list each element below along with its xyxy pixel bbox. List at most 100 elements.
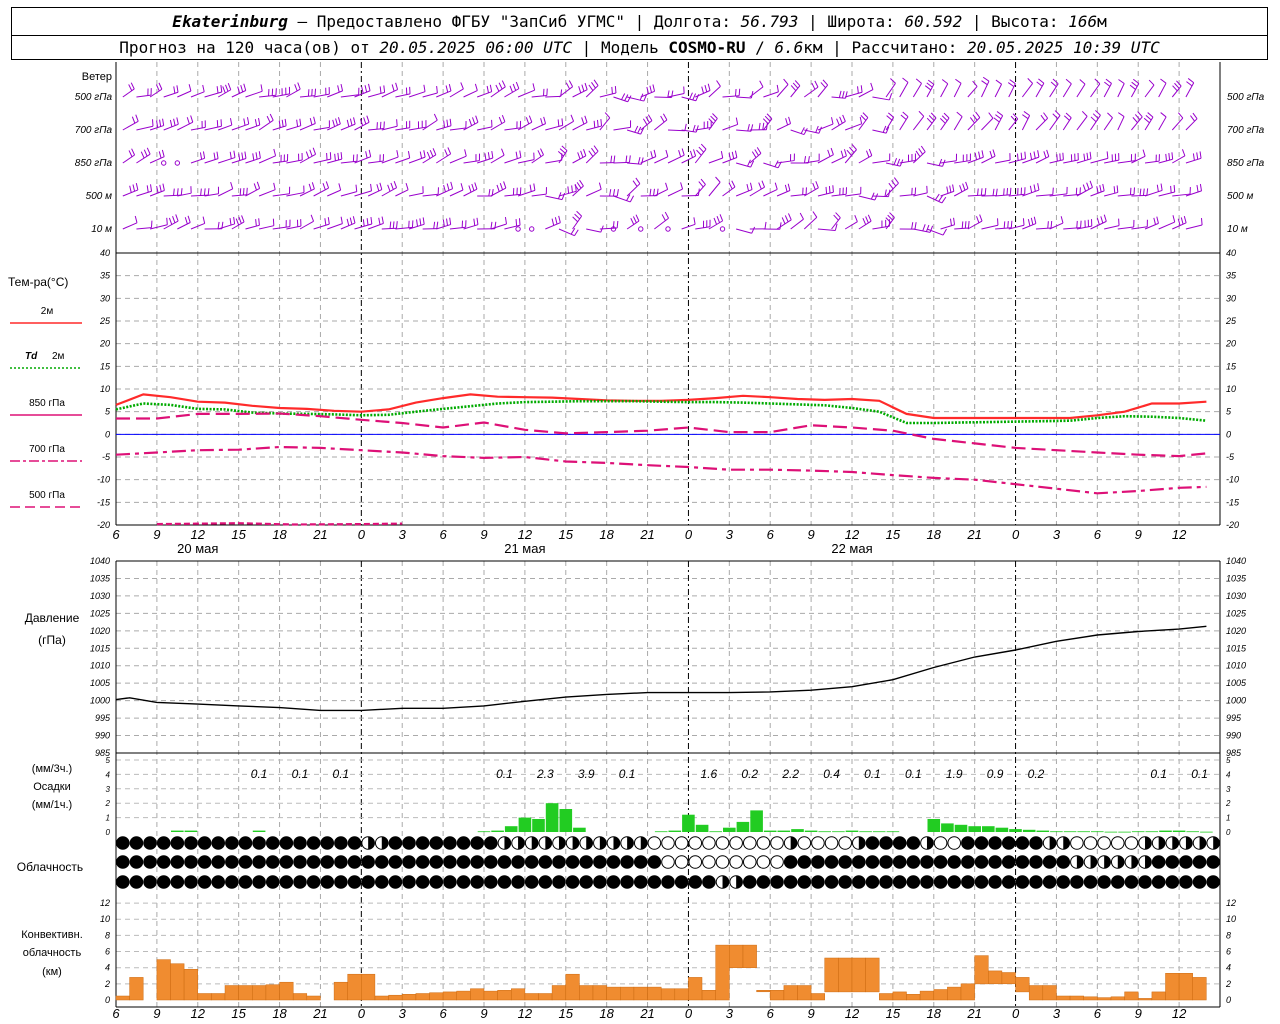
wind-barb (122, 148, 136, 164)
wind-barb (654, 182, 669, 197)
convective-bar (551, 985, 566, 1001)
wind-barb (924, 79, 935, 98)
conv-tick-right: 12 (1226, 898, 1236, 908)
wind-barb (899, 111, 909, 131)
wind-barb (340, 184, 358, 197)
cloud-symbol (1097, 875, 1111, 889)
cloud-symbol (388, 875, 403, 889)
legend-label: 2м (41, 306, 54, 317)
conv-tick-left: 10 (100, 914, 110, 924)
cloud-symbol (293, 875, 307, 889)
hour-label: 6 (112, 527, 120, 542)
wind-barb (694, 178, 706, 197)
convective-bar (238, 985, 253, 1001)
temperature-lines (115, 393, 1220, 526)
cloud-symbol (374, 855, 389, 869)
wind-barb (899, 222, 917, 230)
temp-tick-left: -20 (97, 520, 110, 530)
wind-barb (1076, 110, 1088, 131)
wind-barb (1021, 78, 1034, 98)
hour-label: 9 (480, 527, 487, 542)
cloud-symbol (770, 855, 784, 869)
wind-barb (218, 181, 234, 197)
cloud-symbol (811, 836, 825, 850)
cloud-symbol (1165, 855, 1180, 869)
hour-label: 18 (927, 527, 942, 542)
precip-bar (872, 831, 886, 833)
wind-barb (218, 216, 236, 230)
cloud-title: Облачность (17, 860, 83, 874)
precip-tick-left: 3 (106, 785, 111, 794)
cloud-symbol (470, 855, 484, 869)
precip-bar (1145, 831, 1159, 833)
temp-tick-left: 0 (105, 429, 110, 439)
wind-barb (177, 215, 191, 230)
cloud-symbol (388, 855, 403, 869)
wind-barb (572, 82, 588, 98)
hour-label: 0 (358, 527, 366, 542)
calm-wind-circle (719, 226, 726, 232)
wind-barb (299, 214, 315, 230)
wind-level-left: 10 м (91, 224, 112, 235)
cloud-symbol (252, 855, 266, 869)
wind-barbs (122, 76, 1203, 237)
hour-label: 15 (886, 527, 901, 542)
hour-label-bottom: 12 (845, 1006, 860, 1021)
wind-barb (845, 116, 863, 131)
hour-label-bottom: 0 (358, 1006, 366, 1021)
cloud-symbol (374, 836, 389, 850)
precip-bar (954, 824, 968, 832)
cloud-symbol (497, 836, 512, 850)
wind-barb (558, 228, 579, 237)
wind-barb (545, 118, 564, 131)
convective-bar (565, 973, 580, 1001)
wind-barb (1090, 214, 1107, 230)
precip-tick-left: 5 (106, 756, 111, 765)
cloud-symbol (892, 836, 907, 850)
hour-label-bottom: 6 (767, 1006, 775, 1021)
convective-bar (729, 944, 744, 968)
precip-title: Осадки (33, 781, 71, 793)
calm-wind-circle (529, 226, 535, 232)
cloud-symbol (879, 855, 893, 869)
wind-barb (504, 120, 522, 131)
wind-barb (1158, 152, 1174, 164)
precip-3h-total: 0.9 (987, 767, 1004, 781)
cloud-symbol (688, 875, 703, 889)
hour-label-bottom: 15 (559, 1006, 574, 1021)
convective-bar (524, 993, 539, 1001)
convective-bar (879, 993, 894, 1001)
wind-barb (599, 189, 619, 197)
cloud-symbol (1110, 875, 1125, 889)
wind-barb (940, 153, 958, 164)
wind-barb (1117, 153, 1136, 164)
wind-barb (1062, 78, 1072, 98)
cloud-symbol (456, 836, 471, 850)
wind-barb (981, 76, 990, 98)
cloud-symbol (320, 855, 335, 869)
temp-tick-right: 40 (1226, 248, 1236, 258)
conv-tick-right: 0 (1226, 995, 1231, 1005)
convective-bar (442, 991, 457, 1001)
convective-bar (483, 990, 498, 1001)
cloud-symbol (702, 836, 716, 850)
wind-barb (1103, 112, 1113, 131)
precip-unit-3h: (мм/3ч.) (32, 763, 72, 775)
cloud-symbol (429, 875, 444, 889)
wind-barb (640, 149, 657, 164)
wind-barb (122, 82, 135, 98)
cloud-symbol (988, 875, 1002, 889)
precip-3h-total: 0.1 (292, 767, 309, 781)
cloud-symbol (1056, 836, 1071, 850)
wind-barb (722, 180, 736, 197)
wind-barb (953, 111, 963, 131)
wind-barb (940, 184, 955, 197)
convective-bar (783, 985, 798, 1001)
cloud-symbol (852, 836, 866, 850)
wind-barb (967, 111, 981, 131)
hour-label: 21 (312, 527, 327, 542)
wind-barb (177, 186, 192, 197)
cloud-symbol (116, 855, 130, 869)
wind-barb (408, 186, 424, 197)
conv-tick-left: 4 (105, 963, 110, 973)
